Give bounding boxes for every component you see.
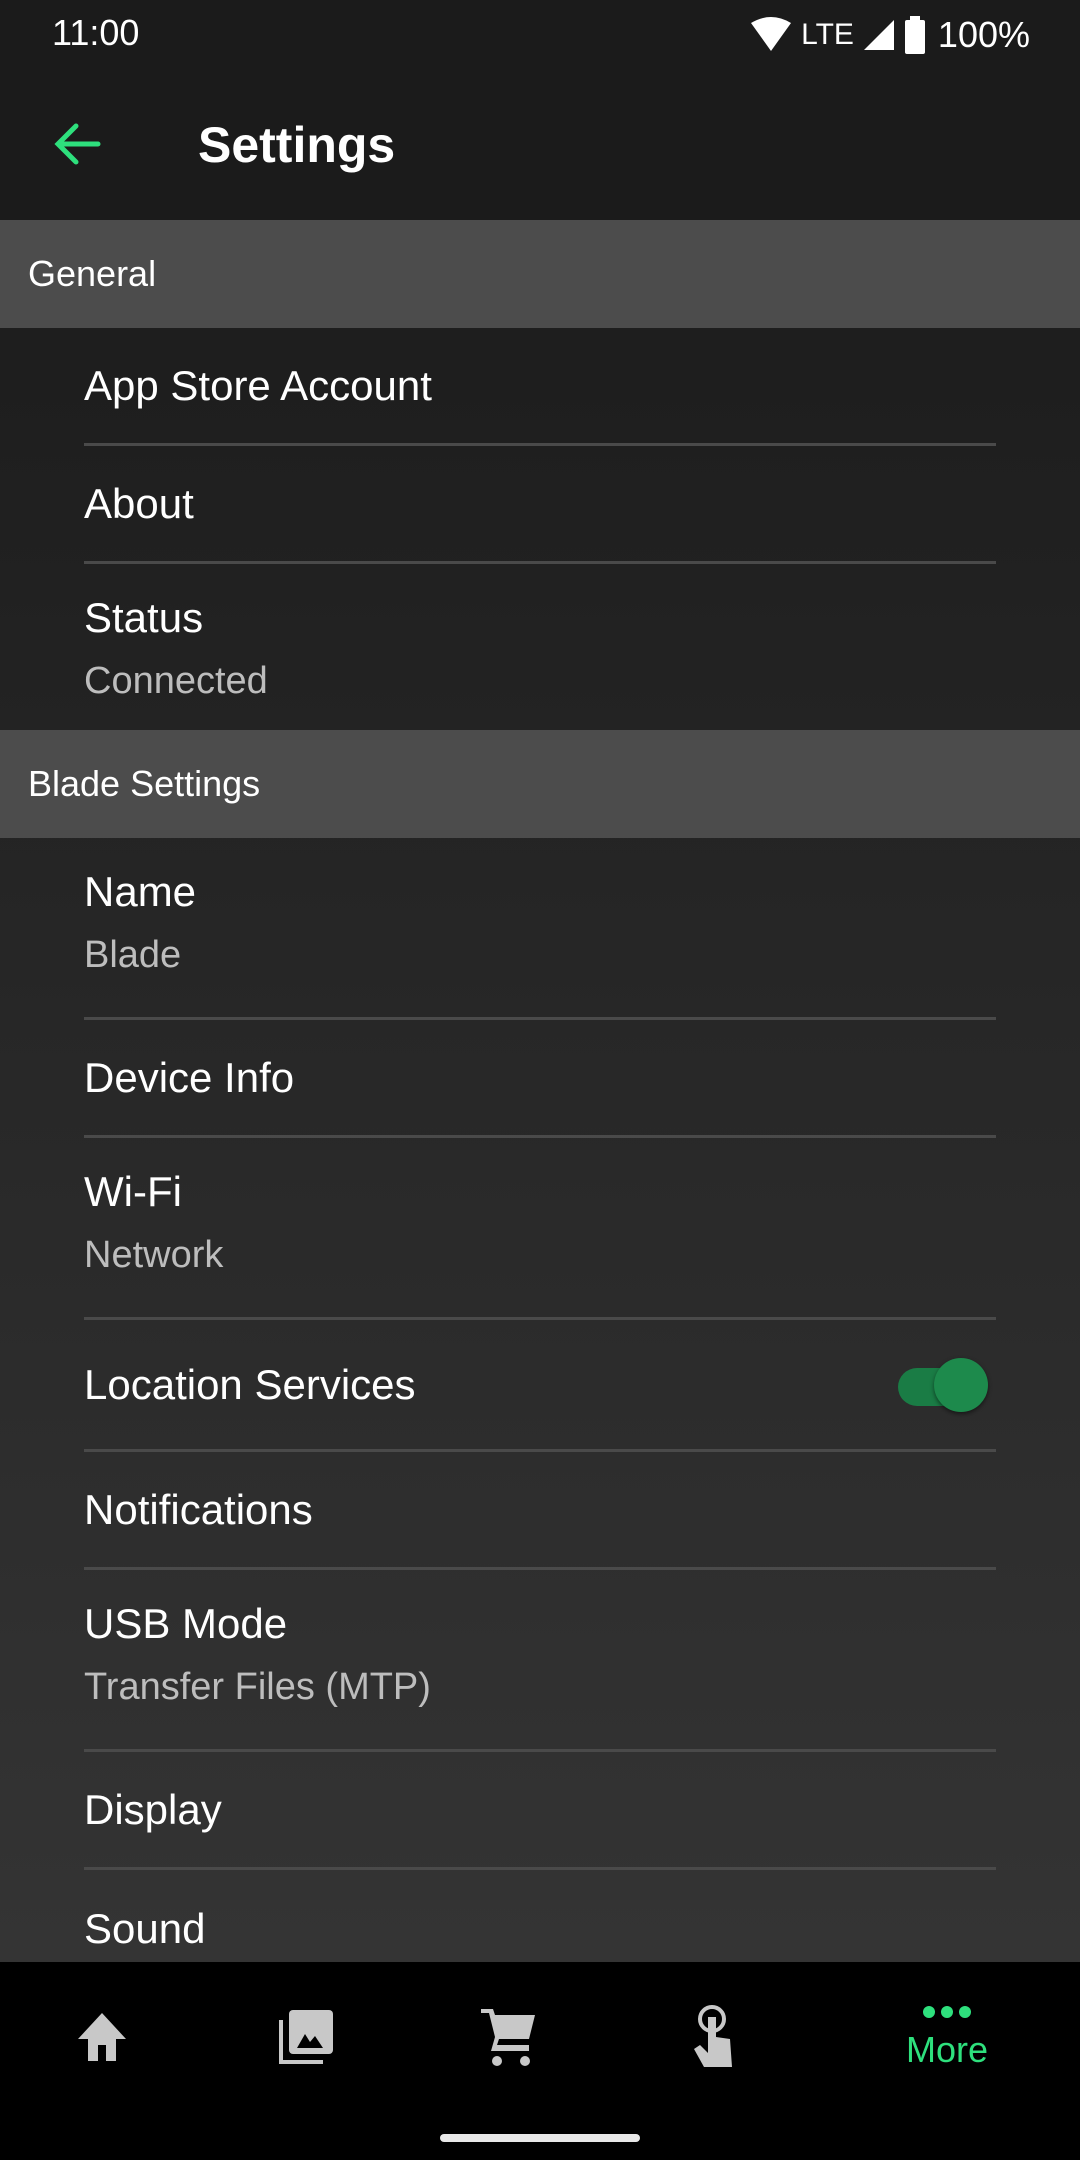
more-icon [923,2006,971,2018]
nav-store[interactable] [433,1962,583,2112]
nav-more-label: More [905,2029,989,2070]
setting-sound[interactable]: Sound [84,1870,996,1962]
gallery-icon [279,2010,333,2064]
network-type: LTE [801,18,854,51]
status-bar: 11:00 LTE 100% [0,0,1080,70]
setting-name[interactable]: Name Blade [84,838,996,1020]
setting-app-store-account[interactable]: App Store Account [84,328,996,446]
nav-home[interactable] [27,1962,177,2112]
signal-icon [863,20,894,50]
setting-device-info[interactable]: Device Info [84,1020,996,1138]
home-icon [78,2013,126,2061]
nav-touch[interactable] [640,1962,790,2112]
setting-label: USB Mode [84,1600,288,1647]
setting-about[interactable]: About [84,446,996,564]
setting-value: Blade [84,934,182,976]
nav-gallery[interactable] [231,1962,381,2112]
wifi-icon [751,17,792,51]
status-icons: LTE 100% [749,14,1030,56]
touch-icon [694,2005,732,2067]
setting-label: Status [84,594,204,641]
status-time: 11:00 [52,12,140,53]
battery-percent: 100% [937,14,1030,55]
setting-usb-mode[interactable]: USB Mode Transfer Files (MTP) [84,1570,996,1752]
battery-icon [904,16,925,54]
section-header-blade-settings: Blade Settings [0,730,1080,838]
section-header-general: General [0,220,1080,328]
setting-status[interactable]: Status Connected [84,564,996,730]
setting-value: Connected [84,660,268,702]
setting-label: Notifications [84,1485,313,1533]
setting-label: App Store Account [84,361,432,409]
setting-wifi[interactable]: Wi-Fi Network [84,1138,996,1320]
settings-list[interactable]: General App Store Account About Status C… [0,220,1080,1962]
setting-value: Transfer Files (MTP) [84,1666,431,1708]
setting-label: Wi-Fi [84,1168,182,1215]
setting-label: Name [84,868,197,915]
setting-label: About [84,479,194,527]
app-bar: Settings [0,70,1080,220]
arrow-back-icon [54,123,101,165]
setting-label: Display [84,1785,222,1833]
setting-notifications[interactable]: Notifications [84,1452,996,1570]
setting-display[interactable]: Display [84,1752,996,1870]
back-button[interactable] [48,114,108,174]
home-indicator[interactable] [440,2134,640,2142]
setting-label: Sound [84,1905,206,1952]
bottom-navigation: More [0,1962,1080,2160]
setting-label: Device Info [84,1053,295,1101]
cart-icon [481,2009,535,2066]
setting-label: Location Services [84,1360,416,1408]
location-services-toggle[interactable] [898,1357,988,1412]
page-title: Settings [198,117,396,173]
setting-location-services[interactable]: Location Services [84,1320,996,1452]
setting-value: Network [84,1234,224,1276]
toggle-thumb [934,1357,988,1412]
nav-more[interactable]: More [872,1962,1022,2112]
